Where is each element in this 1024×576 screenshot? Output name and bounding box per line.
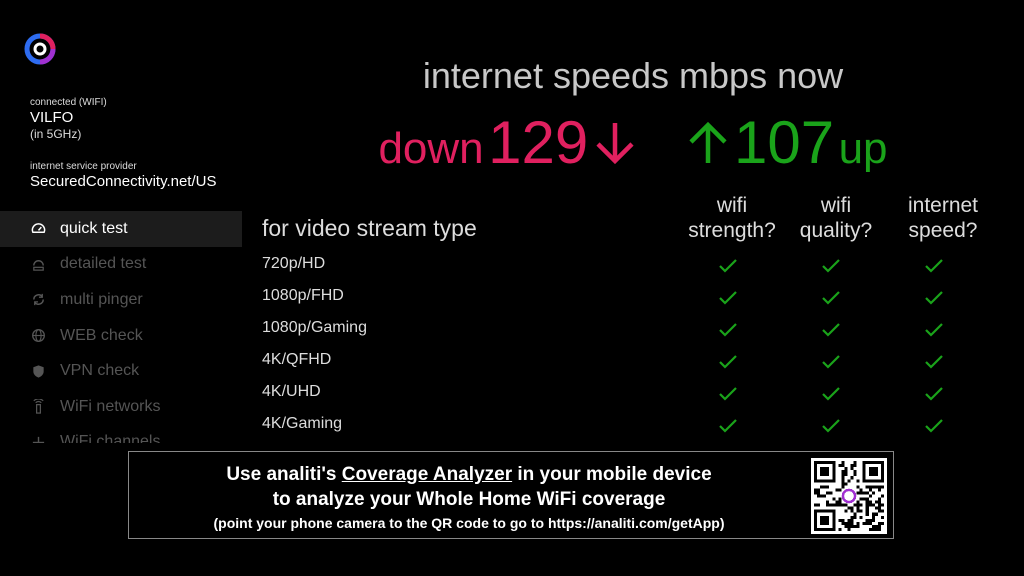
sidebar-item-label: multi pinger [60,290,143,308]
shield-icon [30,363,46,379]
checkmark-icon [925,291,943,305]
row-label: 4K/QFHD [262,351,332,368]
checkmark-icon [822,419,840,433]
row-label: 720p/HD [262,255,326,272]
isp-name: SecuredConnectivity.net/US [30,173,217,190]
checkmark-icon [719,323,737,337]
arrow-down-icon [596,123,634,165]
row-label: 4K/UHD [262,383,321,400]
checkmark-icon [822,323,840,337]
sidebar-item-wifi-channels[interactable]: WiFi channels [0,425,242,443]
sidebar-item-vpn-check[interactable]: VPN check [0,353,242,389]
speed-readout: down 129 107 up [242,108,1024,177]
channels-icon [30,434,46,443]
connection-info: connected (WIFI) VILFO (in 5GHz) [30,96,107,142]
checkmark-icon [925,355,943,369]
network-name: VILFO [30,109,74,126]
sidebar-item-label: VPN check [60,362,140,380]
banner-line-1: Use analiti's Coverage Analyzer in your … [226,464,712,485]
wifi-router-icon [30,399,46,415]
network-band: (in 5GHz) [30,127,82,141]
checkmark-icon [719,355,737,369]
checkmark-icon [822,291,840,305]
sidebar-item-label: detailed test [60,255,147,273]
app-logo [24,33,56,65]
upload-speed: 107 [734,109,835,176]
column-wifi-quality: wifi quality? [799,194,873,242]
row-label: 4K/Gaming [262,415,343,432]
sidebar-menu: quick test detailed test multi pinger WE… [0,211,242,443]
sidebar-item-web-check[interactable]: WEB check [0,318,242,354]
isp-info: internet service provider SecuredConnect… [30,160,216,191]
sidebar-item-quick-test[interactable]: quick test [0,211,242,247]
checkmark-icon [925,323,943,337]
row-label: 1080p/FHD [262,287,344,304]
checkmark-icon [822,387,840,401]
refresh-icon [30,292,46,308]
isp-label: internet service provider [30,161,137,172]
banner-line-3: (point your phone camera to the QR code … [213,515,725,531]
page-title: internet speeds mbps now [422,55,844,96]
sidebar-item-wifi-networks[interactable]: WiFi networks [0,389,242,425]
checkmark-icon [925,259,943,273]
sidebar-item-label: WiFi networks [60,397,161,415]
download-speed: 129 [488,109,589,176]
checkmark-icon [822,355,840,369]
checkmark-icon [719,291,737,305]
sidebar-item-label: WEB check [60,326,143,344]
checkmark-icon [719,387,737,401]
checkmark-icon [925,419,943,433]
detailed-test-icon [30,256,46,272]
sidebar-item-label: WiFi channels [60,433,161,443]
speedometer-icon [30,221,46,237]
sidebar-item-label: quick test [60,219,128,237]
globe-icon [30,328,46,344]
checkmark-icon [925,387,943,401]
qr-code[interactable] [811,458,887,534]
connection-label: connected (WIFI) [30,97,107,108]
column-internet-speed: internet speed? [907,194,979,242]
coverage-analyzer-banner[interactable]: Use analiti's Coverage Analyzer in your … [128,451,894,539]
stream-type-heading: for video stream type [262,215,477,241]
sidebar-item-multi-pinger[interactable]: multi pinger [0,282,242,318]
up-label: up [838,124,888,173]
checkmark-icon [719,259,737,273]
row-label: 1080p/Gaming [262,319,367,336]
banner-line-2: to analyze your Whole Home WiFi coverage [272,489,666,510]
checkmark-icon [822,259,840,273]
column-wifi-strength: wifi strength? [688,194,776,242]
coverage-analyzer-link[interactable]: Coverage Analyzer [342,464,512,485]
sidebar-item-detailed-test[interactable]: detailed test [0,247,242,283]
arrow-up-icon [688,121,727,163]
down-label: down [378,124,484,173]
checkmark-icon [719,419,737,433]
